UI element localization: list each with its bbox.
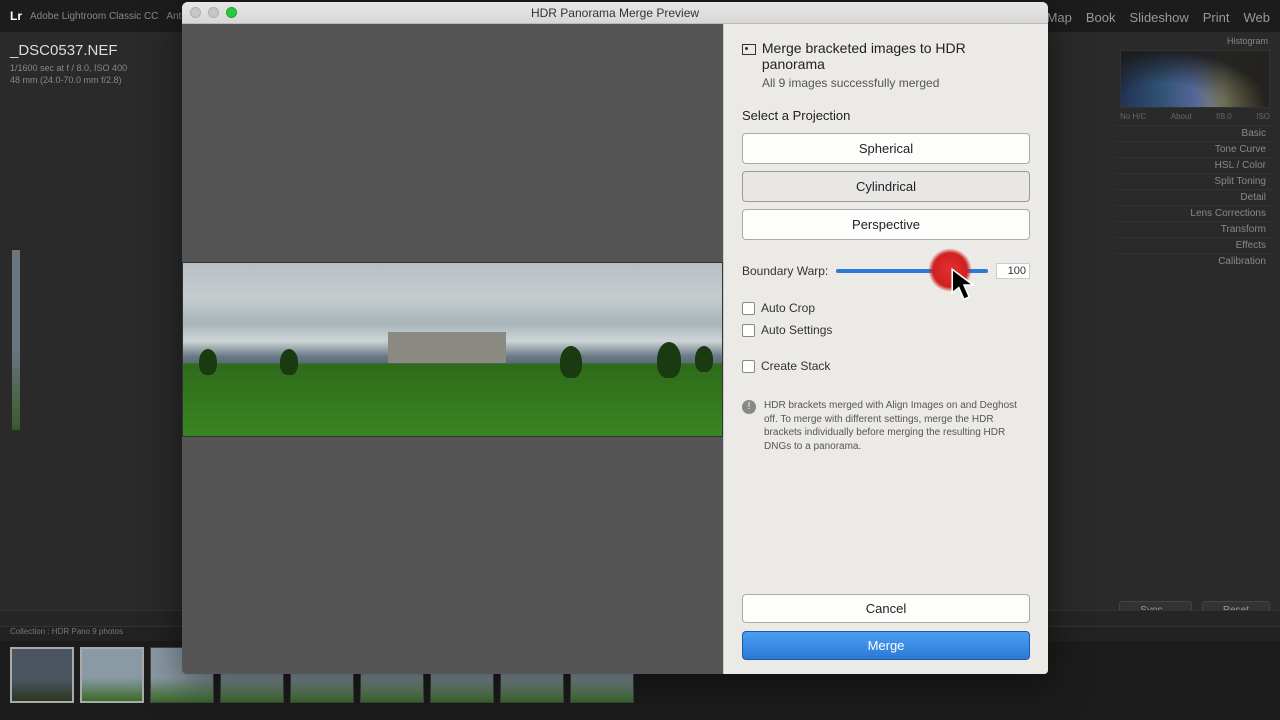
preview-pane bbox=[182, 24, 723, 674]
merge-status: All 9 images successfully merged bbox=[762, 76, 1030, 90]
info-icon: ! bbox=[742, 400, 756, 414]
info-note: ! HDR brackets merged with Align Images … bbox=[742, 399, 1030, 453]
panel-transform[interactable]: Transform bbox=[1116, 221, 1274, 237]
tab-web[interactable]: Web bbox=[1244, 10, 1271, 25]
file-name: _DSC0537.NEF bbox=[10, 42, 170, 59]
app-logo: Lr bbox=[10, 9, 22, 23]
auto-crop-row[interactable]: Auto Crop bbox=[742, 301, 1030, 315]
panel-hsl[interactable]: HSL / Color bbox=[1116, 157, 1274, 173]
histogram-info: No H/C About f/8.0 ISO bbox=[1116, 112, 1274, 125]
panorama-preview bbox=[182, 262, 723, 437]
panel-lens[interactable]: Lens Corrections bbox=[1116, 205, 1274, 221]
module-tabs: op Map Book Slideshow Print Web bbox=[1018, 10, 1270, 25]
hdr-panorama-dialog: HDR Panorama Merge Preview Merge bracket… bbox=[182, 2, 1048, 674]
panel-detail[interactable]: Detail bbox=[1116, 189, 1274, 205]
auto-settings-row[interactable]: Auto Settings bbox=[742, 323, 1030, 337]
bg-preview-sliver bbox=[12, 250, 20, 430]
thumb-2[interactable] bbox=[80, 647, 144, 703]
merge-button[interactable]: Merge bbox=[742, 631, 1030, 660]
tab-print[interactable]: Print bbox=[1203, 10, 1230, 25]
histogram-label: Histogram bbox=[1116, 36, 1274, 46]
panel-basic[interactable]: Basic bbox=[1116, 125, 1274, 141]
thumb-1[interactable] bbox=[10, 647, 74, 703]
histogram bbox=[1120, 50, 1270, 108]
window-title: HDR Panorama Merge Preview bbox=[182, 6, 1048, 20]
cancel-button[interactable]: Cancel bbox=[742, 594, 1030, 623]
tab-slideshow[interactable]: Slideshow bbox=[1130, 10, 1189, 25]
options-panel: Merge bracketed images to HDR panorama A… bbox=[723, 24, 1048, 674]
projection-perspective[interactable]: Perspective bbox=[742, 209, 1030, 240]
projection-label: Select a Projection bbox=[742, 108, 1030, 123]
panel-split[interactable]: Split Toning bbox=[1116, 173, 1274, 189]
projection-cylindrical[interactable]: Cylindrical bbox=[742, 171, 1030, 202]
auto-settings-label: Auto Settings bbox=[761, 323, 832, 337]
boundary-warp-value[interactable]: 100 bbox=[996, 263, 1030, 279]
create-stack-label: Create Stack bbox=[761, 359, 830, 373]
tab-book[interactable]: Book bbox=[1086, 10, 1116, 25]
cursor-icon bbox=[950, 268, 978, 307]
panorama-icon bbox=[742, 44, 756, 55]
left-panel: _DSC0537.NEF 1/1600 sec at f / 8.0, ISO … bbox=[10, 42, 170, 86]
file-meta1: 1/1600 sec at f / 8.0, ISO 400 bbox=[10, 63, 170, 75]
create-stack-checkbox[interactable] bbox=[742, 360, 755, 373]
merge-heading: Merge bracketed images to HDR panorama bbox=[762, 40, 1030, 72]
create-stack-row[interactable]: Create Stack bbox=[742, 359, 1030, 373]
panel-calibration[interactable]: Calibration bbox=[1116, 253, 1274, 269]
auto-crop-label: Auto Crop bbox=[761, 301, 815, 315]
boundary-warp-label: Boundary Warp: bbox=[742, 264, 828, 278]
tab-map[interactable]: Map bbox=[1047, 10, 1072, 25]
boundary-warp-row: Boundary Warp: 100 bbox=[742, 263, 1030, 279]
right-panel: Histogram No H/C About f/8.0 ISO Basic T… bbox=[1116, 36, 1274, 269]
panel-effects[interactable]: Effects bbox=[1116, 237, 1274, 253]
auto-settings-checkbox[interactable] bbox=[742, 324, 755, 337]
app-product: Adobe Lightroom Classic CC bbox=[30, 11, 158, 22]
auto-crop-checkbox[interactable] bbox=[742, 302, 755, 315]
titlebar: HDR Panorama Merge Preview bbox=[182, 2, 1048, 24]
panel-tonecurve[interactable]: Tone Curve bbox=[1116, 141, 1274, 157]
projection-spherical[interactable]: Spherical bbox=[742, 133, 1030, 164]
info-text: HDR brackets merged with Align Images on… bbox=[764, 399, 1030, 453]
file-meta2: 48 mm (24.0-70.0 mm f/2.8) bbox=[10, 75, 170, 87]
